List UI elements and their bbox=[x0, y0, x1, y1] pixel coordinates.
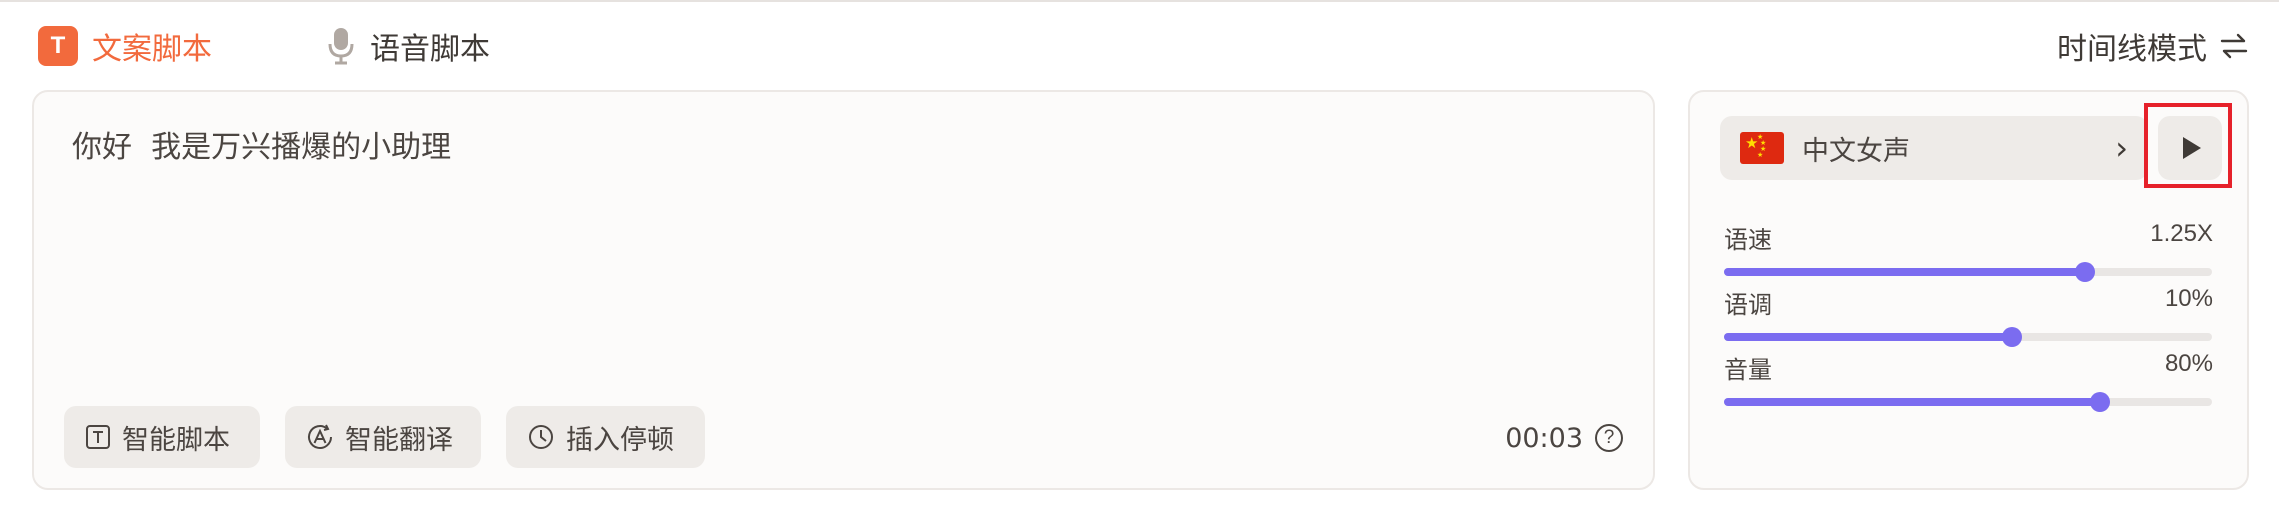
smart-script-button[interactable]: 智能脚本 bbox=[64, 406, 260, 468]
tab-script[interactable]: T 文案脚本 bbox=[38, 22, 212, 70]
volume-label: 音量 bbox=[1724, 356, 1772, 384]
duration-display: 00:03 ? bbox=[1505, 410, 1623, 466]
volume-slider-fill bbox=[1724, 398, 2100, 406]
translate-icon bbox=[308, 424, 332, 449]
help-icon[interactable]: ? bbox=[1595, 424, 1623, 452]
smart-script-label: 智能脚本 bbox=[122, 424, 230, 456]
top-divider bbox=[0, 0, 2279, 2]
play-button[interactable] bbox=[2158, 116, 2222, 180]
smart-translate-button[interactable]: 智能翻译 bbox=[285, 406, 481, 468]
volume-value: 80% bbox=[2164, 350, 2213, 377]
tab-script-label: 文案脚本 bbox=[92, 32, 212, 67]
speed-slider-thumb[interactable] bbox=[2075, 262, 2096, 282]
speed-label: 语速 bbox=[1724, 226, 1772, 254]
china-flag-icon: ★ ★ ★ ★ ★ bbox=[1740, 132, 1784, 164]
timeline-mode-toggle[interactable]: 时间线模式 bbox=[2057, 22, 2249, 70]
swap-arrows-icon bbox=[2220, 33, 2248, 59]
pitch-slider[interactable] bbox=[1724, 327, 2212, 347]
play-icon bbox=[2183, 137, 2201, 159]
insert-pause-button[interactable]: 插入停顿 bbox=[506, 406, 705, 468]
speed-slider-fill bbox=[1724, 268, 2086, 276]
voice-name: 中文女声 bbox=[1802, 135, 1910, 167]
volume-slider-thumb[interactable] bbox=[2089, 392, 2110, 412]
insert-pause-label: 插入停顿 bbox=[566, 424, 674, 456]
smart-translate-label: 智能翻译 bbox=[345, 424, 453, 456]
clock-icon bbox=[529, 425, 553, 449]
voice-selector[interactable]: ★ ★ ★ ★ ★ 中文女声 › bbox=[1720, 116, 2148, 180]
text-badge-icon: T bbox=[38, 26, 78, 66]
pitch-slider-fill bbox=[1724, 333, 2012, 341]
duration-text: 00:03 bbox=[1505, 422, 1583, 454]
voice-settings-panel: ★ ★ ★ ★ ★ 中文女声 › 语速 1.25X 语调 10% 音量 80% bbox=[1688, 90, 2249, 490]
microphone-icon bbox=[328, 28, 354, 65]
pitch-slider-thumb[interactable] bbox=[2001, 327, 2022, 347]
speed-value: 1.25X bbox=[2150, 220, 2213, 247]
speed-slider[interactable] bbox=[1724, 262, 2212, 282]
script-editor[interactable]: 你好 我是万兴播爆的小助理 智能脚本 智能翻译 插入停顿 00:03 ? bbox=[32, 90, 1655, 490]
timeline-mode-label: 时间线模式 bbox=[2057, 32, 2207, 67]
pitch-label: 语调 bbox=[1724, 291, 1772, 319]
chevron-right-icon: › bbox=[2115, 129, 2128, 167]
pitch-value: 10% bbox=[2164, 285, 2213, 312]
tab-voice-label: 语音脚本 bbox=[370, 32, 490, 67]
tab-voice[interactable]: 语音脚本 bbox=[326, 22, 490, 70]
text-box-icon bbox=[86, 425, 110, 449]
script-text[interactable]: 你好 我是万兴播爆的小助理 bbox=[72, 122, 451, 166]
volume-slider[interactable] bbox=[1724, 392, 2212, 412]
